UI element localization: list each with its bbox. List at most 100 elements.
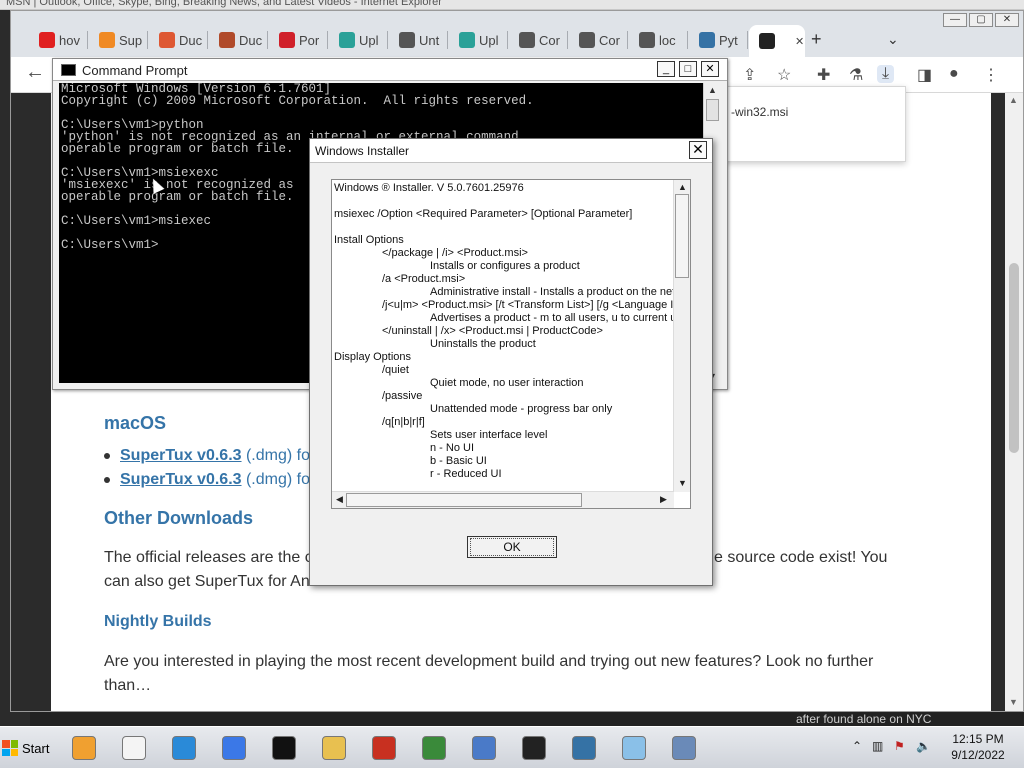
browser-tab[interactable]: Cor	[509, 25, 568, 55]
taskbar-button[interactable]	[216, 731, 252, 765]
download-icon[interactable]: ⤓	[877, 65, 895, 83]
link-title[interactable]: SuperTux v0.6.3	[120, 447, 242, 464]
scroll-right-arrow[interactable]: ▶	[660, 494, 667, 505]
help-line: /j<u|m> <Product.msi> [/t <Transform Lis…	[382, 299, 674, 311]
help-horizontal-scrollbar[interactable]: ◀ ▶	[332, 491, 674, 508]
browser-tab[interactable]: Upl	[329, 25, 388, 55]
back-arrow-icon[interactable]: ←	[25, 61, 45, 84]
help-line: /passive	[382, 390, 423, 402]
taskbar-button[interactable]	[416, 731, 452, 765]
browser-tab[interactable]: Unt	[389, 25, 448, 55]
scroll-down-arrow[interactable]: ▼	[678, 478, 687, 488]
link-rest[interactable]: (.dmg) fo	[242, 471, 310, 488]
scroll-thumb[interactable]	[706, 99, 719, 121]
browser-tab[interactable]: Pyt	[689, 25, 748, 55]
scroll-up-arrow[interactable]: ▲	[708, 85, 717, 95]
help-line: n - No UI	[430, 442, 475, 454]
cmd-maximize-button[interactable]: □	[679, 61, 697, 77]
taskbar-button[interactable]	[666, 731, 702, 765]
installer-help-text[interactable]: Windows ® Installer. V 5.0.7601.25976 msi…	[331, 179, 691, 509]
tab-separator	[327, 31, 328, 49]
browser-tab[interactable]: Cor	[569, 25, 628, 55]
action-center-icon[interactable]: ⚑	[894, 739, 905, 753]
minimize-button[interactable]: —	[943, 13, 967, 27]
taskbar-button[interactable]	[166, 731, 202, 765]
browser-tab[interactable]: Sup	[89, 25, 148, 55]
scroll-up-arrow[interactable]: ▲	[678, 182, 687, 192]
tab-separator	[147, 31, 148, 49]
scroll-up-arrow[interactable]: ▲	[1009, 95, 1018, 105]
scroll-thumb[interactable]	[346, 493, 582, 507]
help-line: Sets user interface level	[430, 429, 548, 441]
help-vertical-scrollbar[interactable]: ▲ ▼	[673, 180, 690, 492]
browser-tab[interactable]: ✕	[749, 25, 805, 57]
help-line: </uninstall | /x> <Product.msi | Product…	[382, 325, 603, 337]
tray-expand-icon[interactable]: ⌃	[852, 739, 862, 753]
tab-separator	[687, 31, 688, 49]
taskbar-button[interactable]	[266, 731, 302, 765]
installer-close-button[interactable]: ✕	[689, 141, 707, 159]
help-line: Advertises a product - m to all users, u…	[430, 312, 674, 324]
menu-kebab-icon[interactable]: ⋮	[983, 65, 999, 85]
windows-installer-dialog[interactable]: Windows Installer ✕ Windows ® Installer.…	[309, 138, 713, 586]
taskbar-button[interactable]	[116, 731, 152, 765]
taskbar-button[interactable]	[366, 731, 402, 765]
installer-title-bar[interactable]: Windows Installer ✕	[310, 139, 712, 163]
globe-icon	[519, 32, 535, 48]
taskbar-button[interactable]	[516, 731, 552, 765]
browser-tab[interactable]: loc	[629, 25, 688, 55]
notepad-icon	[622, 736, 646, 760]
browser-tab[interactable]: Duc	[149, 25, 208, 55]
page-scrollbar[interactable]: ▲ ▼	[1005, 93, 1023, 711]
download-link[interactable]: SuperTux v0.6.3 (.dmg) fo	[104, 447, 310, 465]
tab-label: Upl	[359, 32, 379, 48]
browser-tab[interactable]: Por	[269, 25, 328, 55]
extensions-icon[interactable]: ✚	[817, 65, 830, 85]
other-text-line: The official releases are the c	[104, 549, 313, 566]
volume-icon[interactable]: 🔈	[916, 739, 931, 753]
close-button[interactable]: ✕	[995, 13, 1019, 27]
scroll-thumb[interactable]	[675, 194, 689, 278]
new-tab-button[interactable]: +	[811, 29, 822, 50]
browser-tab[interactable]: hov	[29, 25, 88, 55]
taskbar-button[interactable]	[466, 731, 502, 765]
download-filename[interactable]: -win32.msi	[731, 105, 788, 119]
ok-label: OK	[470, 538, 554, 556]
taskbar-button[interactable]	[316, 731, 352, 765]
chrome-icon	[222, 736, 246, 760]
browser-tab[interactable]: Duc	[209, 25, 268, 55]
network-icon[interactable]: ▥	[872, 739, 883, 753]
maximize-button[interactable]: ▢	[969, 13, 993, 27]
cmd-title-bar[interactable]: Command Prompt _ □ ✕	[53, 59, 727, 81]
tab-separator	[627, 31, 628, 49]
cmd-close-button[interactable]: ✕	[701, 61, 719, 77]
taskbar-button[interactable]	[66, 731, 102, 765]
tab-label: Pyt	[719, 32, 738, 48]
tab-search-icon[interactable]: ⌄	[887, 31, 899, 48]
taskbar-button[interactable]	[566, 731, 602, 765]
scroll-thumb[interactable]	[1009, 263, 1019, 453]
start-button[interactable]: Start	[2, 733, 56, 763]
tab-close-icon[interactable]: ✕	[795, 35, 804, 48]
ok-button[interactable]: OK	[467, 536, 557, 558]
browser-tab[interactable]: Upl	[449, 25, 508, 55]
help-line: Install Options	[334, 234, 404, 246]
help-line: Administrative install - Installs a prod…	[430, 286, 674, 298]
link-title[interactable]: SuperTux v0.6.3	[120, 471, 242, 488]
bookmark-star-icon[interactable]: ☆	[777, 65, 791, 85]
help-line: /q[n|b|r|f]	[382, 416, 425, 428]
link-rest[interactable]: (.dmg) fo	[242, 447, 310, 464]
taskbar-button[interactable]	[616, 731, 652, 765]
share-icon[interactable]: ⇪	[743, 65, 756, 85]
lab-flask-icon[interactable]: ⚗	[849, 65, 863, 85]
download-link[interactable]: SuperTux v0.6.3 (.dmg) fo	[104, 471, 310, 489]
start-label: Start	[22, 740, 50, 756]
clock[interactable]: 12:15 PM 9/12/2022	[940, 731, 1016, 763]
side-panel-icon[interactable]: ◨	[917, 65, 932, 85]
pinterest-icon	[279, 32, 295, 48]
profile-avatar-icon[interactable]: ●	[949, 65, 959, 83]
scroll-left-arrow[interactable]: ◀	[336, 494, 343, 505]
scroll-down-arrow[interactable]: ▼	[1009, 697, 1018, 707]
cmd-minimize-button[interactable]: _	[657, 61, 675, 77]
other-text-line: can also get SuperTux for An	[104, 573, 310, 590]
